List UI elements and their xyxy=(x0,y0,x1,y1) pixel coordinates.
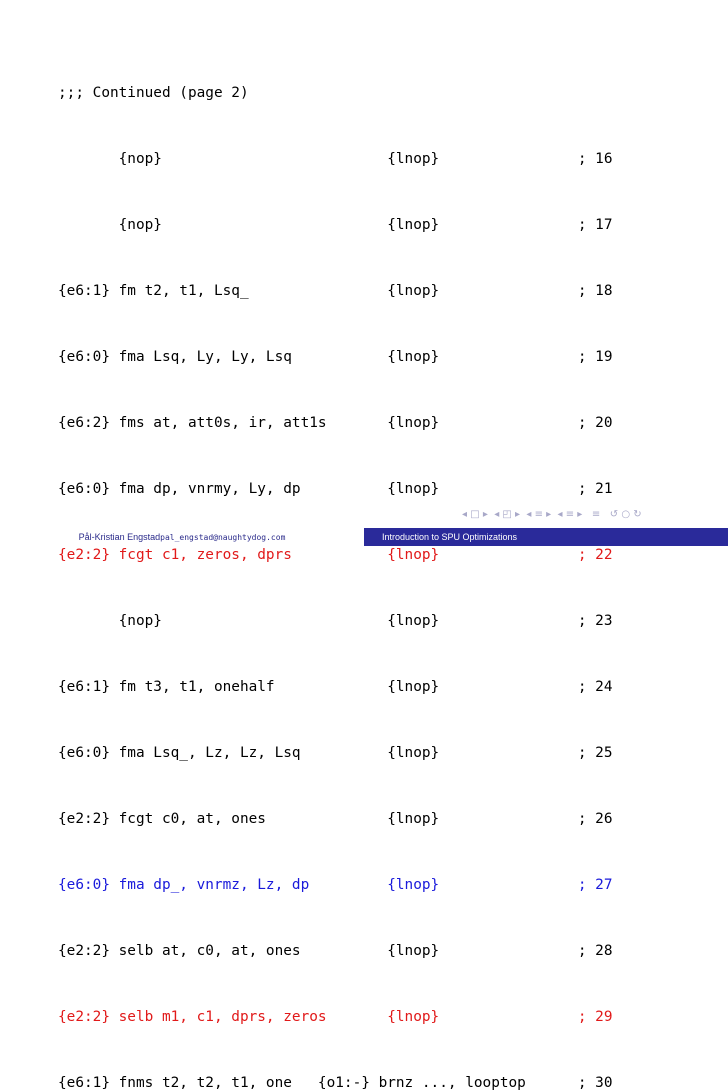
code-line-15: {e6:1} fnms t2, t2, t1, one {o1:-} brnz … xyxy=(58,1075,613,1091)
beamer-navigation-icons[interactable]: ◂ □ ▸ ◂ ◰ ▸ ◂ ≡ ▸ ◂ ≡ ▸ ≡ ↺ ○ ↻ xyxy=(462,509,642,520)
footer-author: Pål-Kristian Engstad xyxy=(78,532,161,542)
code-line-12: {e6:0} fma dp_, vnrmz, Lz, dp {lnop} ; 2… xyxy=(58,877,613,893)
footer-author-block: Pål-Kristian Engstadpal_engstad@naughtyd… xyxy=(0,528,364,546)
code-line-13: {e2:2} selb at, c0, at, ones {lnop} ; 28 xyxy=(58,943,613,959)
code-line-4: {e6:0} fma Lsq, Ly, Ly, Lsq {lnop} ; 19 xyxy=(58,349,613,365)
code-line-1: {nop} {lnop} ; 16 xyxy=(58,151,613,167)
slide-footer: Pål-Kristian Engstadpal_engstad@naughtyd… xyxy=(0,528,728,546)
code-listing: ;;; Continued (page 2) {nop} {lnop} ; 16… xyxy=(58,38,613,1092)
code-line-3: {e6:1} fm t2, t1, Lsq_ {lnop} ; 18 xyxy=(58,283,613,299)
code-line-8: {nop} {lnop} ; 23 xyxy=(58,613,613,629)
code-line-11: {e2:2} fcgt c0, at, ones {lnop} ; 26 xyxy=(58,811,613,827)
footer-email: pal_engstad@naughtydog.com xyxy=(160,533,286,542)
footer-title-block: Introduction to SPU Optimizations xyxy=(364,528,728,546)
code-line-7: {e2:2} fcgt c1, zeros, dprs {lnop} ; 22 xyxy=(58,547,613,563)
code-line-6: {e6:0} fma dp, vnrmy, Ly, dp {lnop} ; 21 xyxy=(58,481,613,497)
code-line-14: {e2:2} selb m1, c1, dprs, zeros {lnop} ;… xyxy=(58,1009,613,1025)
code-line-9: {e6:1} fm t3, t1, onehalf {lnop} ; 24 xyxy=(58,679,613,695)
code-line-10: {e6:0} fma Lsq_, Lz, Lz, Lsq {lnop} ; 25 xyxy=(58,745,613,761)
code-line-5: {e6:2} fms at, att0s, ir, att1s {lnop} ;… xyxy=(58,415,613,431)
code-line-0: ;;; Continued (page 2) xyxy=(58,85,249,101)
code-line-2: {nop} {lnop} ; 17 xyxy=(58,217,613,233)
footer-title: Introduction to SPU Optimizations xyxy=(382,532,518,542)
